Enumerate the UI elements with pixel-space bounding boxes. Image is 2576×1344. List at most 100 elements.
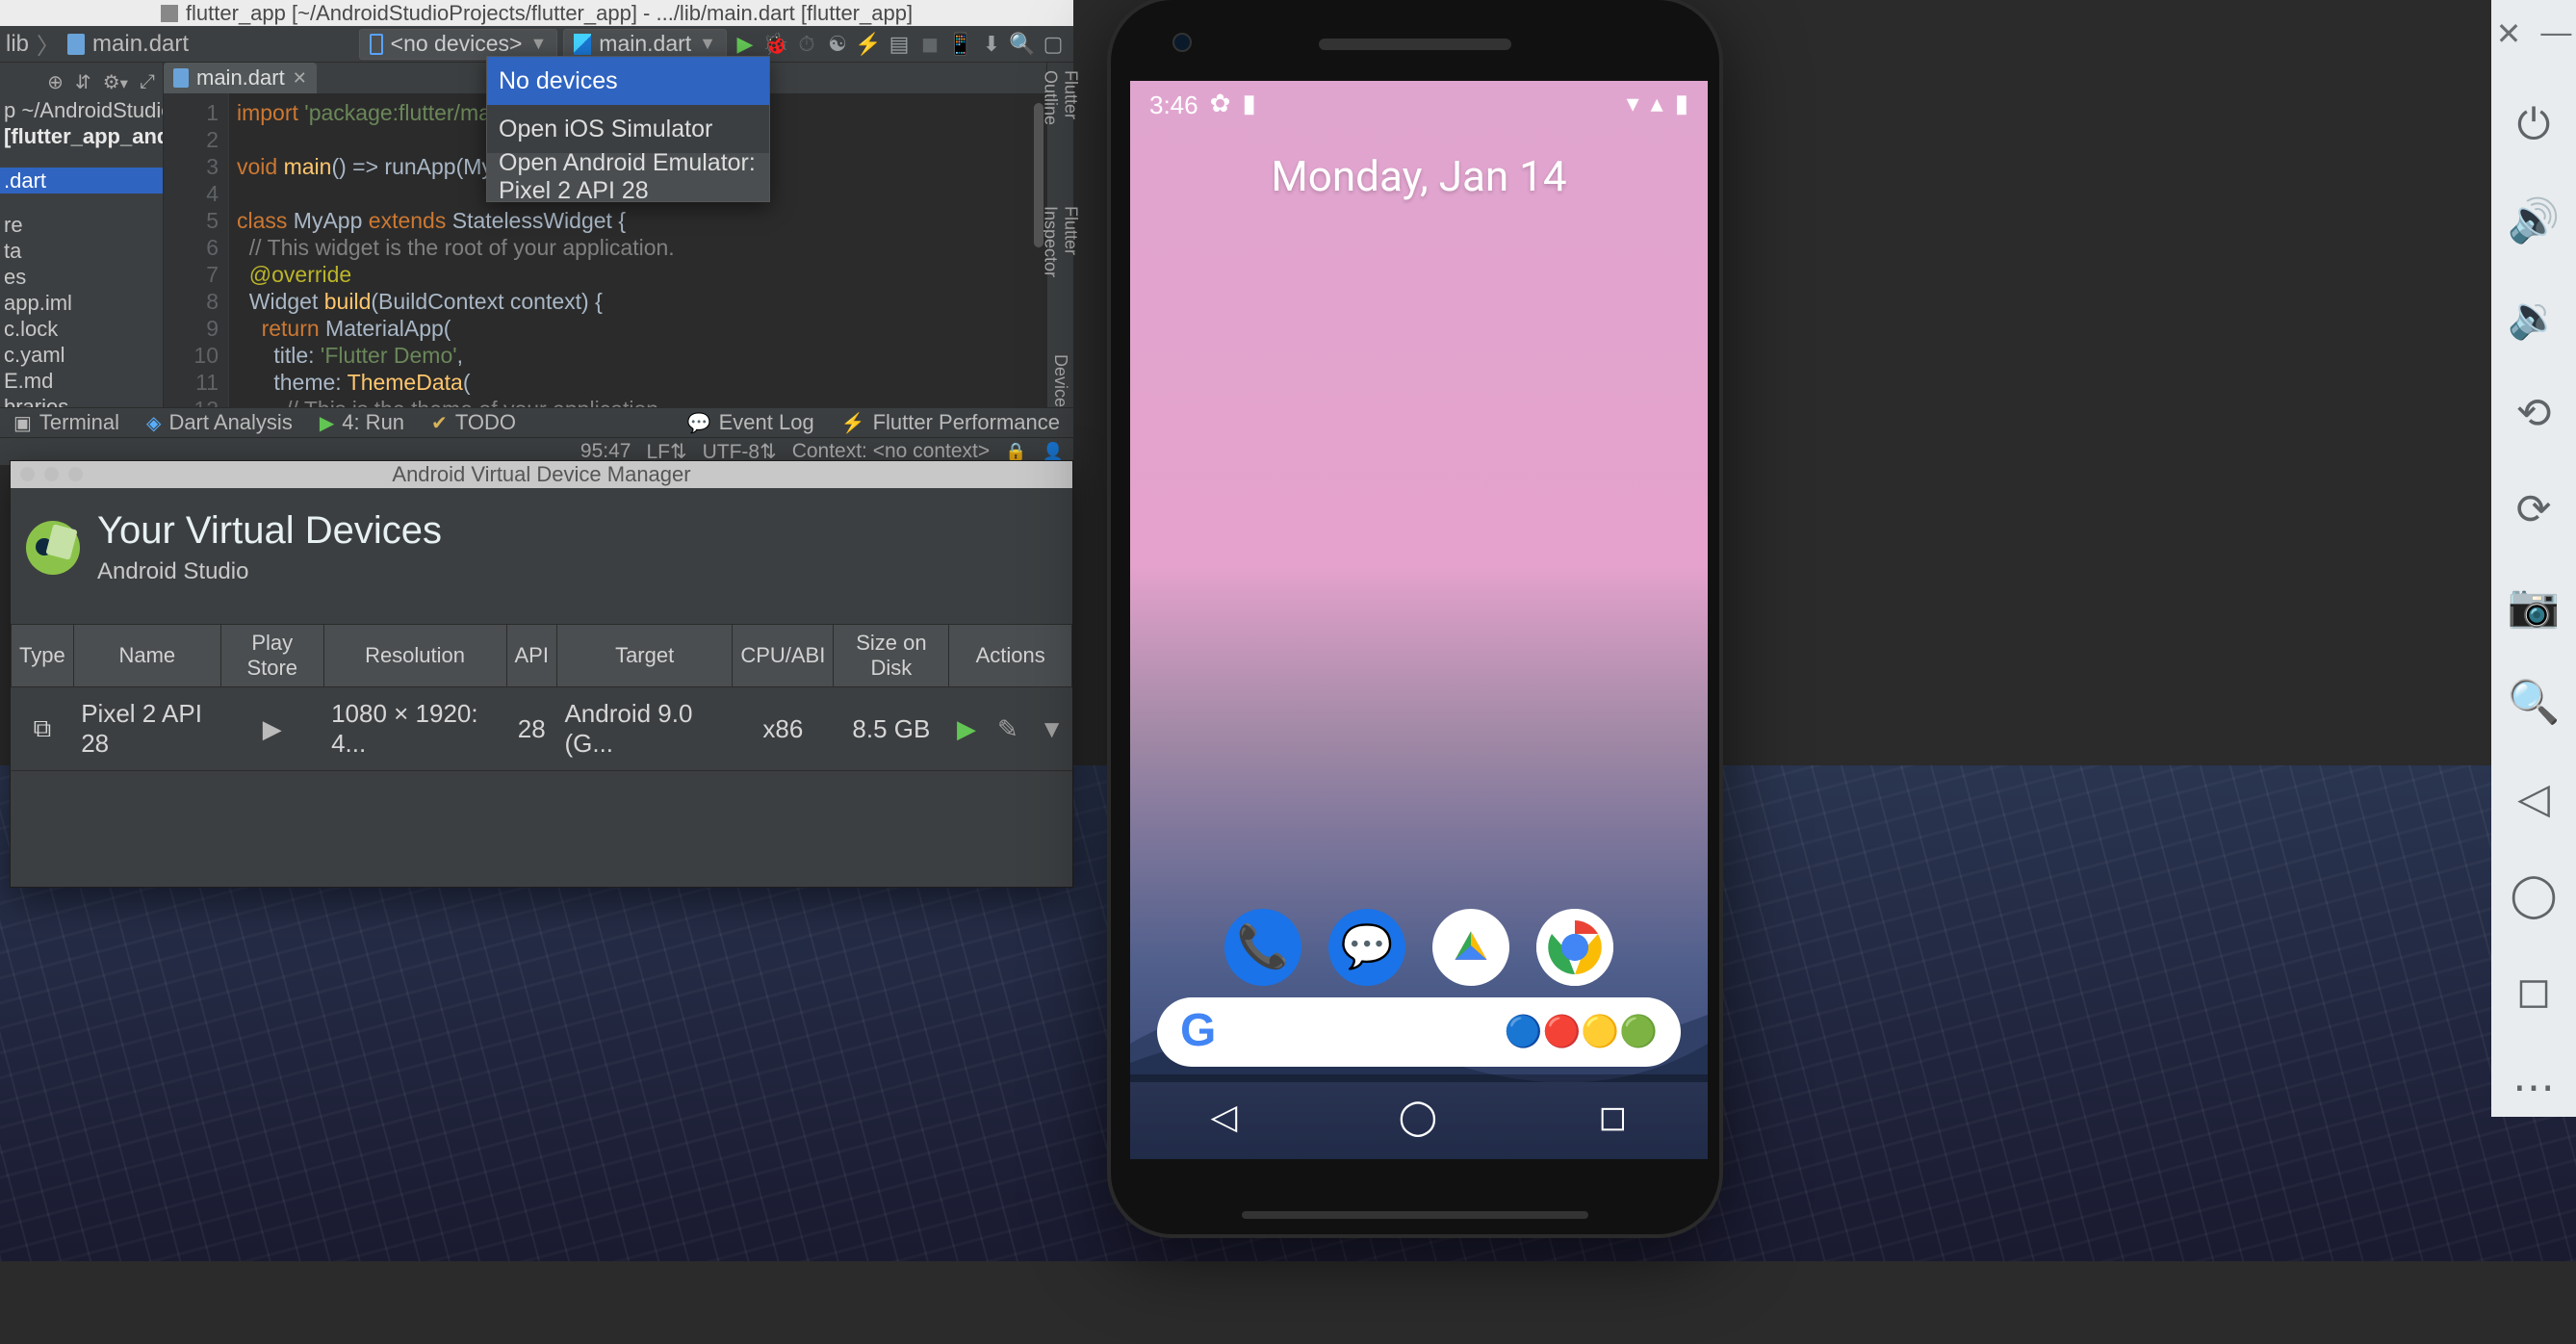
debug-button[interactable]: 🐞 [763, 32, 788, 57]
event-log-tab[interactable]: 💬Event Log [674, 410, 828, 435]
volume-down-icon[interactable]: 🔉 [2508, 293, 2561, 343]
avd-edit-button[interactable]: ✎ [997, 714, 1018, 744]
more-icon[interactable]: ⋯ [2512, 1063, 2555, 1113]
minimize-emulator-button[interactable]: — [2540, 17, 2571, 52]
tree-node[interactable]: braries [0, 394, 163, 407]
device-tab[interactable]: Device [1050, 354, 1070, 407]
tree-node[interactable]: app.iml [0, 290, 163, 316]
tree-node[interactable]: .dart [0, 168, 163, 194]
tree-node[interactable]: es [0, 264, 163, 290]
coverage-icon[interactable]: ☯ [825, 32, 850, 57]
emulator-toolbar: ✕ — ⏻ 🔊 🔉 ⟲ ⟳ 📷 🔍 ◁ ◯ ◻ ⋯ [2491, 0, 2576, 1117]
home-button[interactable]: ◯ [1399, 1097, 1437, 1137]
device-option-ios[interactable]: Open iOS Simulator [487, 105, 769, 153]
screenshot-icon[interactable]: 📷 [2508, 582, 2561, 632]
col-resolution[interactable]: Resolution [323, 625, 506, 687]
inspector-icon[interactable]: 👤 [1043, 442, 1064, 462]
battery-icon: ▮ [1675, 89, 1688, 119]
tree-node[interactable]: ta [0, 238, 163, 264]
volume-up-icon[interactable]: 🔊 [2508, 196, 2561, 246]
rotate-right-icon[interactable]: ⟳ [2516, 485, 2552, 535]
sdk-manager-icon[interactable]: ⬇ [979, 32, 1004, 57]
device-option-android[interactable]: Open Android Emulator: Pixel 2 API 28 [487, 153, 769, 201]
col-type[interactable]: Type [12, 625, 74, 687]
close-icon[interactable]: ✕ [293, 68, 307, 89]
clock: 3:46 [1149, 90, 1198, 118]
flutter-perf-tab[interactable]: ⚡Flutter Performance [828, 410, 1073, 435]
avd-title-bar[interactable]: Android Virtual Device Manager [11, 461, 1072, 488]
signal-icon: ▴ [1651, 89, 1663, 119]
play-store-app[interactable] [1432, 909, 1509, 986]
attach-icon[interactable]: ▤ [887, 32, 912, 57]
back-button[interactable]: ◁ [1211, 1097, 1238, 1137]
run-button[interactable]: ▶ [733, 32, 758, 57]
traffic-lights[interactable] [20, 467, 83, 481]
breadcrumb-item[interactable]: lib [6, 31, 29, 58]
dart-file-icon [173, 68, 189, 88]
col-api[interactable]: API [506, 625, 556, 687]
assistant-icon[interactable]: 🔵🔴🟡🟢 [1505, 1013, 1658, 1051]
emulator-frame: 3:46✿▮ ▾▴▮ Monday, Jan 14 📞 💬 G 🔵🔴🟡🟢 ◁ ◯ [1107, 0, 1723, 1238]
device-dropdown[interactable]: No devices Open iOS Simulator Open Andro… [486, 56, 770, 202]
dart-analysis-tab[interactable]: ◈Dart Analysis [133, 408, 306, 437]
zoom-icon[interactable]: 🔍 [2508, 678, 2561, 728]
todo-tab[interactable]: ✔TODO [418, 408, 529, 437]
scrollbar[interactable] [1034, 103, 1043, 247]
breadcrumb-item[interactable]: main.dart [92, 31, 189, 58]
status-bar: 3:46✿▮ ▾▴▮ [1130, 81, 1708, 127]
home-icon[interactable]: ◯ [2510, 870, 2557, 920]
close-emulator-button[interactable]: ✕ [2496, 15, 2522, 54]
tree-node[interactable]: c.yaml [0, 342, 163, 368]
tree-node[interactable]: c.lock [0, 316, 163, 342]
bottom-tool-tabs: ▣Terminal ◈Dart Analysis ▶4: Run ✔TODO 💬… [0, 407, 1073, 437]
avd-launch-button[interactable]: ▶ [957, 714, 976, 744]
avd-row[interactable]: ⧉ Pixel 2 API 28 ▶ 1080 × 1920: 4... 28 … [12, 687, 1072, 771]
phone-app[interactable]: 📞 [1224, 909, 1301, 986]
emulator-screen[interactable]: 3:46✿▮ ▾▴▮ Monday, Jan 14 📞 💬 G 🔵🔴🟡🟢 ◁ ◯ [1130, 81, 1708, 1159]
collapse-icon[interactable]: ⇵ [75, 70, 91, 94]
rotate-left-icon[interactable]: ⟲ [2516, 389, 2552, 439]
power-icon[interactable]: ⏻ [2517, 100, 2551, 150]
lock-icon[interactable]: 🔒 [1005, 442, 1026, 462]
chrome-app[interactable] [1536, 909, 1613, 986]
overview-button[interactable]: ◻ [1598, 1097, 1627, 1137]
col-cpu[interactable]: CPU/ABI [733, 625, 834, 687]
tree-node[interactable]: E.md [0, 368, 163, 394]
back-icon[interactable]: ◁ [2517, 774, 2550, 824]
todo-icon: ✔ [431, 411, 448, 435]
google-search-bar[interactable]: G 🔵🔴🟡🟢 [1157, 997, 1681, 1067]
tree-node[interactable]: re [0, 212, 163, 238]
device-type-icon: ⧉ [34, 713, 52, 742]
col-actions[interactable]: Actions [949, 625, 1072, 687]
avd-menu-button[interactable]: ▼ [1040, 714, 1065, 744]
device-option-none[interactable]: No devices [487, 57, 769, 105]
avd-manager-icon[interactable]: 📱 [948, 32, 973, 57]
device-selector[interactable]: <no devices> ▼ [359, 29, 558, 60]
avd-manager-window: Android Virtual Device Manager Your Virt… [10, 460, 1073, 888]
user-icon[interactable]: ▢ [1041, 32, 1066, 57]
col-playstore[interactable]: Play Store [220, 625, 323, 687]
editor-tab[interactable]: main.dart ✕ [164, 63, 317, 93]
project-tree[interactable]: ⊕ ⇵ ⚙▾ ⤢ p ~/AndroidStudioProje [flutter… [0, 63, 164, 407]
hot-reload-icon[interactable]: ⚡ [856, 32, 881, 57]
messages-app[interactable]: 💬 [1328, 909, 1405, 986]
terminal-tab[interactable]: ▣Terminal [0, 408, 133, 437]
gear-icon[interactable]: ⚙▾ [103, 70, 128, 94]
dart-file-icon [67, 34, 85, 55]
col-target[interactable]: Target [556, 625, 732, 687]
run-tab[interactable]: ▶4: Run [306, 408, 418, 437]
system-nav-bar: ◁ ◯ ◻ [1130, 1074, 1708, 1159]
tree-node-root[interactable]: [flutter_app_android] [0, 123, 163, 149]
target-icon[interactable]: ⊕ [47, 70, 64, 94]
phone-icon [370, 34, 383, 55]
overview-icon[interactable]: ◻ [2516, 967, 2552, 1017]
run-config-selector[interactable]: main.dart ▼ [563, 29, 727, 60]
col-name[interactable]: Name [73, 625, 220, 687]
flutter-icon: ⚡ [841, 411, 865, 435]
hide-icon[interactable]: ⤢ [140, 71, 155, 93]
tree-node[interactable]: p ~/AndroidStudioProje [0, 97, 163, 123]
run-icon: ▶ [320, 411, 334, 435]
avd-subtitle: Android Studio [97, 558, 442, 585]
search-icon[interactable]: 🔍 [1010, 32, 1035, 57]
col-size[interactable]: Size on Disk [834, 625, 949, 687]
